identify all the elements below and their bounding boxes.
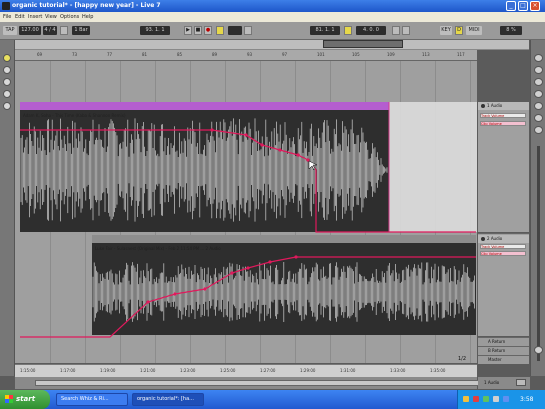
midi-indicator-icon — [516, 379, 526, 386]
taskbar-task-live[interactable]: organic tutorial*: [ha... — [132, 393, 204, 406]
return-b-track[interactable]: B Return — [478, 346, 529, 355]
time-label: 1:19:00 — [100, 368, 116, 373]
time-label: 1:35:00 — [430, 368, 446, 373]
track-1-name: 1 Audio — [487, 103, 503, 108]
selected-track-readout: 1 Audio — [484, 380, 500, 385]
track-1-automation-param[interactable]: Clip Volume — [480, 121, 526, 126]
time-label: 1:33:00 — [390, 368, 406, 373]
track-2-automation-device[interactable]: Track Volume — [480, 244, 526, 249]
return-a-track[interactable]: A Return — [478, 337, 529, 346]
tray-icon[interactable] — [483, 396, 489, 402]
horizontal-scroll-area — [15, 377, 490, 389]
time-label: 1:17:00 — [60, 368, 76, 373]
network-icon[interactable] — [503, 396, 509, 402]
taskbar-task-search[interactable]: Search Whiz & Ri... — [56, 393, 128, 406]
track-2-fold-icon[interactable] — [481, 237, 485, 241]
tray-icon[interactable] — [473, 396, 479, 402]
time-label: 1:15:00 — [20, 368, 36, 373]
waveform-automation-overlay — [20, 102, 476, 338]
time-label: 1:21:00 — [140, 368, 156, 373]
master-track[interactable]: Master — [478, 355, 529, 364]
time-label: 1:29:00 — [300, 368, 316, 373]
track-1-fold-icon[interactable] — [481, 104, 485, 108]
zoom-readout: 1/2 — [458, 356, 467, 362]
clip-1-waveform — [20, 118, 388, 222]
taskbar-task-label: Search Whiz & Ri... — [61, 396, 109, 402]
start-label: start — [16, 395, 36, 403]
status-area: 1 Audio — [478, 377, 530, 389]
track-2-name: 2 Audio — [487, 236, 503, 241]
taskbar-task-label: organic tutorial*: [ha... — [137, 396, 194, 402]
time-label: 1:31:00 — [340, 368, 356, 373]
taskbar-clock: 3:58 — [520, 396, 534, 403]
start-button[interactable]: start — [0, 390, 50, 409]
clip-2-waveform — [92, 262, 475, 322]
volume-icon[interactable] — [493, 396, 499, 402]
windows-logo-icon — [5, 395, 13, 403]
time-label: 1:23:00 — [180, 368, 196, 373]
master-label: Master — [488, 357, 502, 362]
track-1-automation-device[interactable]: Track Volume — [480, 113, 526, 118]
tray-icon[interactable] — [463, 396, 469, 402]
return-a-label: A Return — [488, 339, 506, 344]
horizontal-scrollbar[interactable] — [35, 380, 490, 386]
return-b-label: B Return — [488, 348, 506, 353]
time-label: 1:27:00 — [260, 368, 276, 373]
track-2-title[interactable]: 2 Audio — [478, 235, 529, 243]
time-ruler[interactable]: 1:15:00 1:17:00 1:19:00 1:21:00 1:23:00 … — [15, 364, 477, 377]
track-1-title[interactable]: 1 Audio — [478, 102, 529, 110]
time-label: 1:25:00 — [220, 368, 236, 373]
track-2-automation-param[interactable]: Clip Volume — [480, 251, 526, 256]
